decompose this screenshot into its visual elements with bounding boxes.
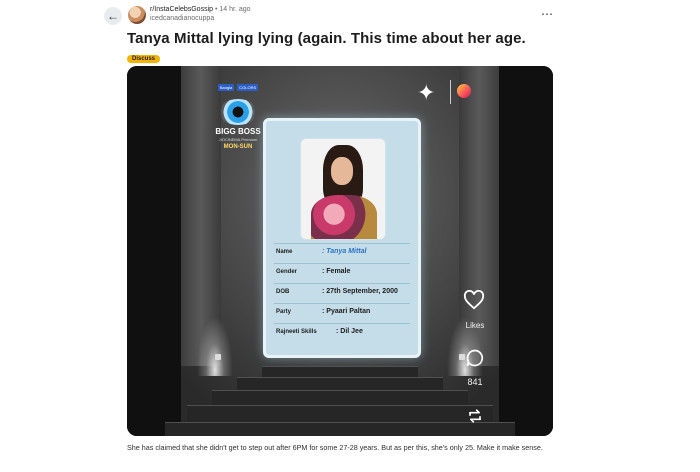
stair-step bbox=[262, 366, 418, 377]
show-schedule: MON-SUN bbox=[223, 144, 253, 150]
post-title: Tanya Mittal lying lying (again. This ti… bbox=[127, 30, 526, 47]
comment-count: 841 bbox=[467, 377, 483, 387]
stair-step bbox=[187, 405, 493, 422]
show-subtext: JIOCINEMA Premium bbox=[218, 137, 258, 142]
back-button[interactable]: ← bbox=[104, 7, 122, 25]
stair-step bbox=[237, 377, 443, 390]
subreddit-avatar[interactable] bbox=[128, 6, 146, 24]
card-label: Party bbox=[276, 309, 292, 315]
logo-badges: Bangla COLORS bbox=[207, 84, 269, 91]
lamp-left bbox=[215, 354, 221, 360]
post-media[interactable]: Bangla COLORS BIGG BOSS JIOCINEMA Premiu… bbox=[127, 66, 553, 436]
card-value: : 27th September, 2000 bbox=[322, 288, 398, 295]
comment-icon[interactable] bbox=[465, 348, 485, 368]
card-row-skills: Rajneeti Skills : Dil Jee bbox=[274, 323, 410, 342]
arrow-left-icon: ← bbox=[107, 9, 119, 23]
card-row-party: Party : Pyaari Paltan bbox=[274, 303, 410, 322]
likes-label: Likes bbox=[465, 321, 485, 330]
card-label: DOB bbox=[276, 289, 290, 295]
card-value: : Pyaari Paltan bbox=[322, 308, 371, 315]
contestant-photo bbox=[300, 138, 386, 240]
card-label: Name bbox=[276, 249, 293, 255]
card-value: : Dil Jee bbox=[336, 328, 363, 335]
reddit-post-page: ← r/InstaCelebsGossip • 14 hr. ago icedc… bbox=[0, 0, 700, 472]
sparkle-star-icon: ✦ bbox=[417, 80, 436, 105]
card-label: Rajneeti Skills bbox=[276, 329, 317, 335]
post-time: 14 hr. ago bbox=[219, 6, 251, 13]
logo-badge-right: COLORS bbox=[237, 84, 259, 91]
subreddit-name[interactable]: r/InstaCelebsGossip bbox=[150, 6, 213, 13]
photo-dress bbox=[311, 195, 377, 239]
photo-face bbox=[331, 157, 353, 185]
eye-logo-icon bbox=[218, 99, 258, 125]
post-body: She has claimed that she didn't get to s… bbox=[127, 443, 543, 452]
card-row-name: Name : Tanya Mittal bbox=[274, 243, 410, 262]
card-row-gender: Gender : Female bbox=[274, 263, 410, 282]
heart-icon[interactable] bbox=[463, 290, 485, 310]
logo-badge-left: Bangla bbox=[217, 84, 235, 91]
card-row-dob: DOB : 27th September, 2000 bbox=[274, 283, 410, 302]
show-logo: Bangla COLORS BIGG BOSS JIOCINEMA Premiu… bbox=[207, 84, 269, 150]
show-title: BIGG BOSS bbox=[215, 127, 261, 136]
jiocinema-icon bbox=[457, 84, 471, 98]
post-flair[interactable]: Discuss bbox=[127, 55, 161, 63]
stair-step bbox=[165, 422, 515, 436]
more-options-button[interactable]: ⋯ bbox=[541, 7, 554, 21]
card-value: : Female bbox=[322, 268, 351, 275]
card-value: : Tanya Mittal bbox=[322, 248, 367, 255]
card-label: Gender bbox=[276, 269, 298, 275]
subreddit-line: r/InstaCelebsGossip • 14 hr. ago bbox=[150, 6, 251, 13]
separator-dot: • bbox=[214, 6, 218, 13]
logo-divider bbox=[450, 80, 451, 104]
contestant-id-card: Name : Tanya Mittal Gender : Female DOB … bbox=[263, 118, 421, 358]
repost-icon[interactable] bbox=[465, 406, 485, 426]
stair-step bbox=[212, 390, 468, 405]
stage-light-left bbox=[197, 316, 233, 376]
more-horizontal-icon: ⋯ bbox=[541, 7, 554, 21]
post-author[interactable]: icedcanadianocuppa bbox=[150, 15, 214, 22]
